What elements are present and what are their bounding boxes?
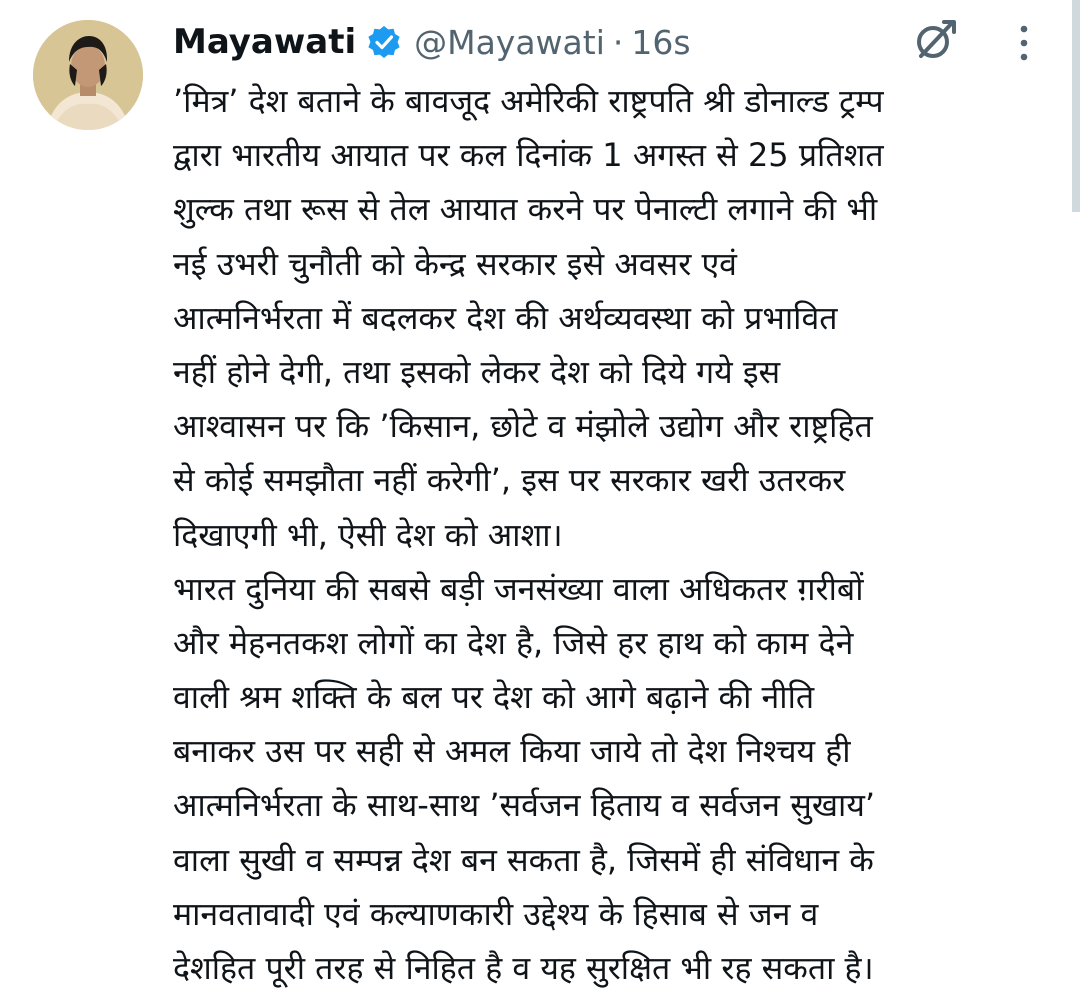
tweet-text-line: से कोई समझौता नहीं करेगी’, इस पर सरकार ख… bbox=[173, 461, 846, 500]
separator-dot: · bbox=[612, 22, 624, 62]
tweet-text-line: द्वारा भारतीय आयात पर कल दिनांक 1 अगस्त … bbox=[173, 136, 884, 175]
tweet-text-line: बनाकर उस पर सही से अमल किया जाये तो देश … bbox=[173, 732, 851, 771]
tweet-text-line: दिखाएगी भी, ऐसी देश को आशा। bbox=[173, 515, 563, 554]
tweet-text-line: आत्मनिर्भरता में बदलकर देश की अर्थव्यवस्… bbox=[173, 298, 838, 337]
verified-badge-icon bbox=[366, 24, 402, 60]
timestamp[interactable]: 16s bbox=[631, 23, 690, 62]
tweet-text-line: भारत दुनिया की सबसे बड़ी जनसंख्या वाला अ… bbox=[173, 569, 864, 608]
tweet-header: Mayawati @Mayawati · 16s bbox=[173, 14, 691, 70]
more-options-icon[interactable] bbox=[1006, 20, 1042, 66]
tweet-text-line: शुल्क तथा रूस से तेल आयात करने पर पेनाल्… bbox=[173, 190, 878, 229]
tweet-text-line: ’मित्र’ देश बताने के बावजूद अमेरिकी राष्… bbox=[173, 82, 884, 120]
avatar-image bbox=[33, 20, 143, 130]
grok-icon[interactable] bbox=[910, 14, 960, 64]
tweet-text-line: मानवतावादी एवं कल्याणकारी उद्देश्य के हि… bbox=[173, 894, 819, 933]
tweet-text-line: देशहित पूरी तरह से निहित है व यह सुरक्षि… bbox=[173, 949, 874, 987]
avatar[interactable] bbox=[33, 20, 143, 130]
author-name[interactable]: Mayawati bbox=[173, 22, 356, 62]
tweet-text: ’मित्र’ देश बताने के बावजूद अमेरिकी राष्… bbox=[173, 74, 1068, 995]
scrollbar[interactable] bbox=[1072, 0, 1080, 212]
tweet-text-line: और मेहनतकश लोगों का देश है, जिसे हर हाथ … bbox=[173, 623, 854, 662]
tweet[interactable]: Mayawati @Mayawati · 16s ’मित्र’ देश बता… bbox=[0, 0, 1080, 1006]
author-handle[interactable]: @Mayawati bbox=[414, 23, 605, 62]
tweet-text-line: आश्वासन पर कि ’किसान, छोटे व मंझोले उद्य… bbox=[173, 407, 873, 446]
tweet-text-line: वाला सुखी व सम्पन्न देश बन सकता है, जिसम… bbox=[173, 840, 874, 879]
tweet-text-line: नहीं होने देगी, तथा इसको लेकर देश को दिय… bbox=[173, 352, 781, 391]
tweet-text-line: आत्मनिर्भरता के साथ-साथ ’सर्वजन हिताय व … bbox=[173, 786, 876, 825]
tweet-text-line: नई उभरी चुनौती को केन्द्र सरकार इसे अवसर… bbox=[173, 244, 737, 283]
tweet-text-line: वाली श्रम शक्ति के बल पर देश को आगे बढ़ा… bbox=[173, 678, 815, 717]
